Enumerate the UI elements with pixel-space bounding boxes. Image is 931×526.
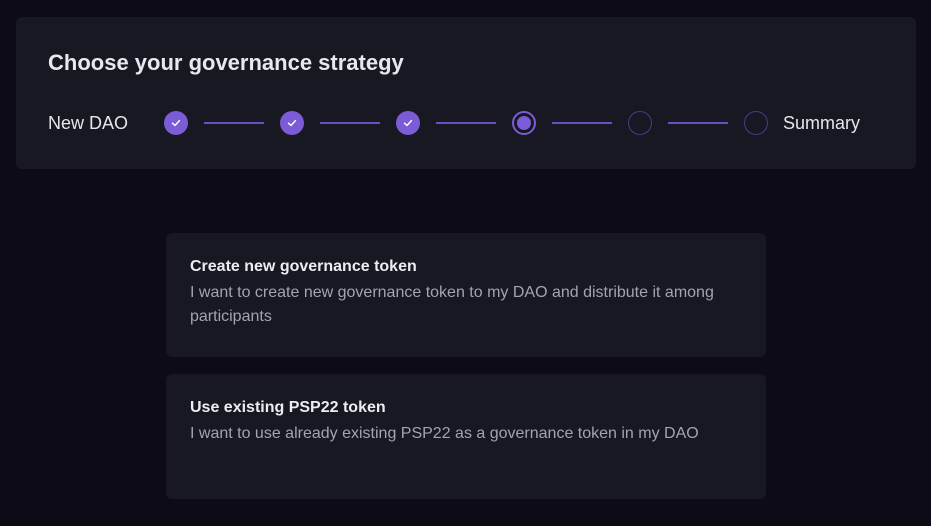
check-icon: [287, 119, 297, 127]
check-icon: [171, 119, 181, 127]
page-title: Choose your governance strategy: [48, 50, 404, 75]
step-connector: [436, 122, 496, 124]
stepper-end-label: Summary: [783, 113, 861, 133]
step-5-pending: [628, 111, 652, 135]
step-4-current[interactable]: [512, 111, 536, 135]
step-connector: [320, 122, 380, 124]
header-card: Choose your governance strategy New DAO: [16, 17, 916, 169]
option-description: I want to use already existing PSP22 as …: [190, 425, 699, 442]
step-2-completed[interactable]: [280, 111, 304, 135]
step-6-pending: [744, 111, 768, 135]
step-connector: [204, 122, 264, 124]
option-create-new-token[interactable]: Create new governance token I want to cr…: [166, 233, 766, 357]
page: Choose your governance strategy New DAO: [0, 0, 931, 526]
option-title: Use existing PSP22 token: [190, 399, 386, 416]
option-description: I want to create new governance token to…: [190, 284, 714, 325]
step-connector: [668, 122, 728, 124]
option-use-existing-psp22[interactable]: Use existing PSP22 token I want to use a…: [166, 374, 766, 499]
current-step-dot: [517, 116, 531, 130]
step-1-completed[interactable]: [164, 111, 188, 135]
check-icon: [403, 119, 413, 127]
step-3-completed[interactable]: [396, 111, 420, 135]
step-connector: [552, 122, 612, 124]
stepper-start-label: New DAO: [48, 113, 129, 133]
option-title: Create new governance token: [190, 258, 417, 275]
